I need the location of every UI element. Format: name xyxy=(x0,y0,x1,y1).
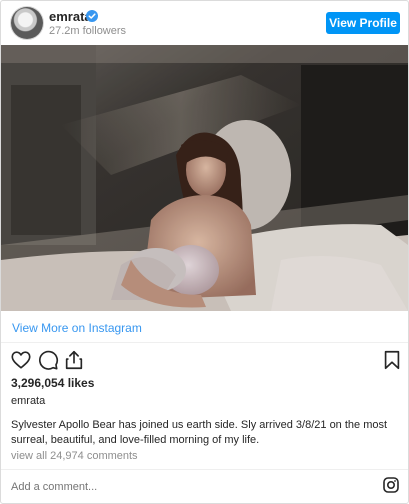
share-icon[interactable] xyxy=(63,349,85,371)
instagram-logo-icon[interactable] xyxy=(383,477,399,493)
post-photo[interactable] xyxy=(1,45,408,311)
bookmark-icon[interactable] xyxy=(381,349,403,371)
post-header: emrata 27.2m followers View Profile xyxy=(1,1,408,45)
like-count[interactable]: 3,296,054 likes xyxy=(11,376,94,390)
view-all-comments-link[interactable]: view all 24,974 comments xyxy=(11,450,138,462)
heart-icon[interactable] xyxy=(10,349,32,371)
instagram-embed-card: emrata 27.2m followers View Profile View… xyxy=(0,0,409,504)
add-comment-input[interactable] xyxy=(11,479,371,495)
verified-badge-icon xyxy=(86,10,98,22)
view-more-on-instagram-link[interactable]: View More on Instagram xyxy=(12,321,142,335)
comment-icon[interactable] xyxy=(37,349,59,371)
divider xyxy=(1,469,408,470)
view-profile-button[interactable]: View Profile xyxy=(326,12,400,34)
follower-count: 27.2m followers xyxy=(49,25,127,37)
divider xyxy=(1,342,408,343)
caption-username[interactable]: emrata xyxy=(11,395,45,407)
caption-text: Sylvester Apollo Bear has joined us eart… xyxy=(11,419,388,446)
photo-image xyxy=(1,45,408,311)
avatar[interactable] xyxy=(11,7,43,39)
